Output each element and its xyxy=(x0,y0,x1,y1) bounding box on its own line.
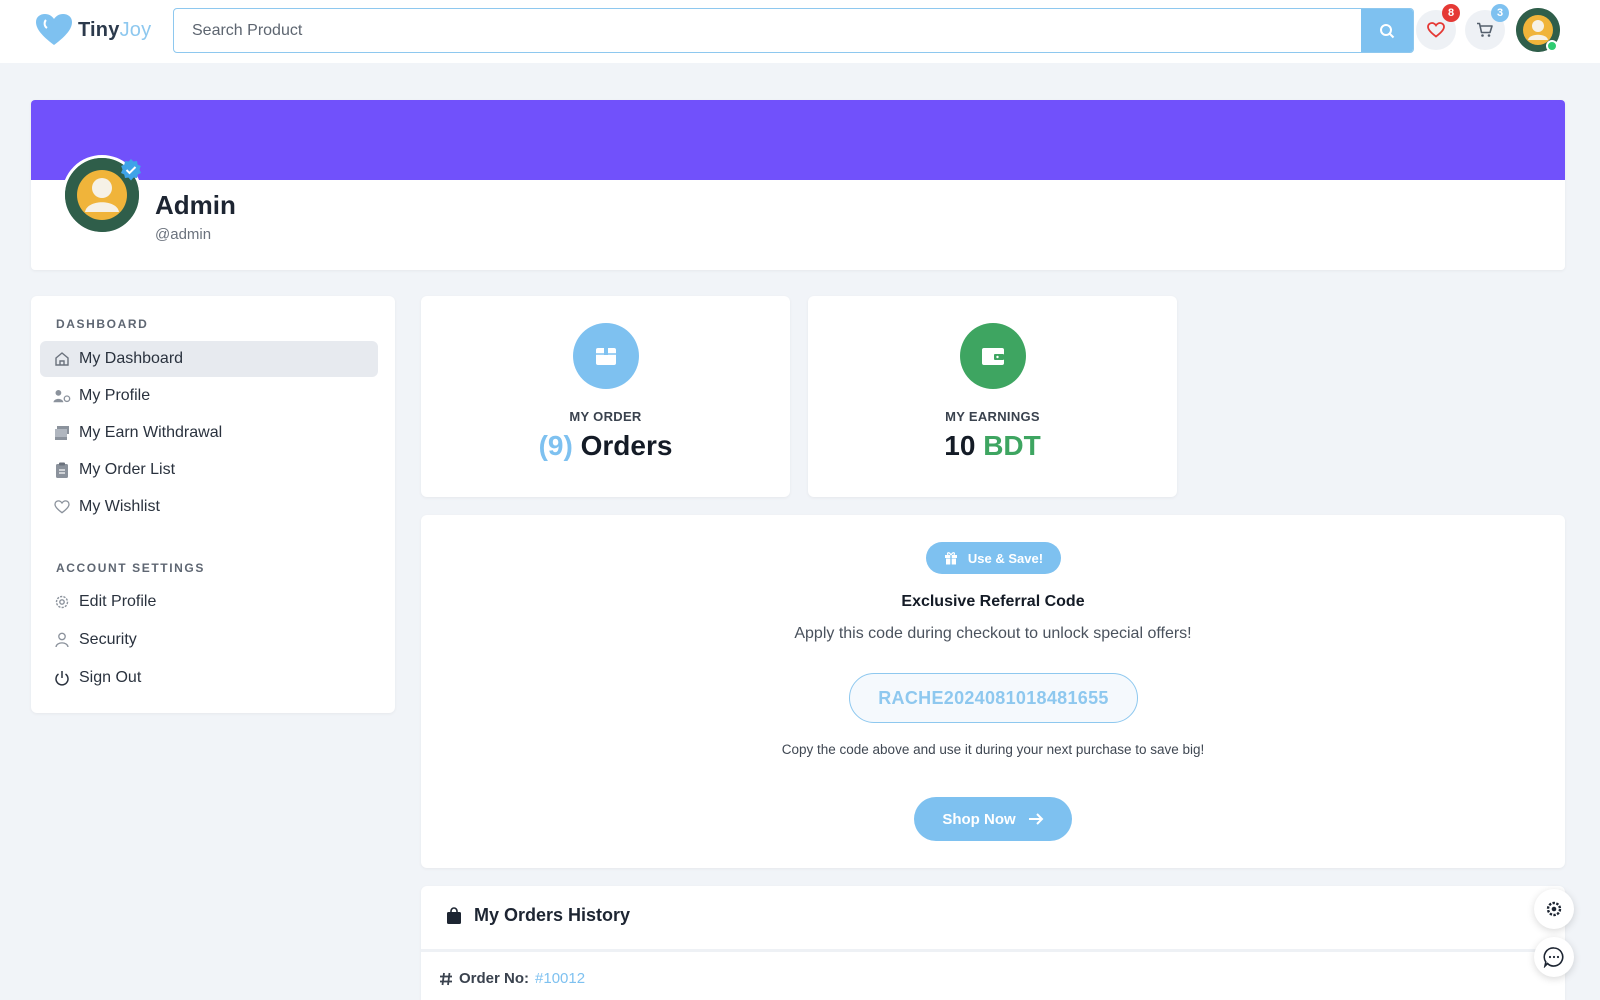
shopping-bag-icon xyxy=(447,906,461,924)
referral-subtitle: Apply this code during checkout to unloc… xyxy=(794,625,1192,642)
home-icon xyxy=(53,350,71,368)
sidebar-item-my-order-list[interactable]: My Order List xyxy=(40,452,378,488)
verified-badge-icon xyxy=(121,159,141,181)
user-icon xyxy=(53,631,71,649)
top-navbar: TinyJoy 8 3 xyxy=(0,0,1600,63)
referral-card: Use & Save! Exclusive Referral Code Appl… xyxy=(421,515,1565,868)
user-settings-icon xyxy=(53,387,71,405)
search-button[interactable] xyxy=(1361,9,1413,52)
sidebar-item-edit-profile[interactable]: Edit Profile xyxy=(40,584,378,620)
heart-icon xyxy=(1427,22,1445,38)
search-input[interactable] xyxy=(174,9,1361,52)
my-earnings-card[interactable]: MY EARNINGS 10 BDT xyxy=(808,296,1177,497)
logo-heart-icon xyxy=(34,12,74,48)
my-order-label: MY ORDER xyxy=(569,409,642,424)
my-order-value: (9) Orders xyxy=(421,430,790,462)
sidebar-item-label: Security xyxy=(79,631,137,648)
wishlist-button[interactable]: 8 xyxy=(1416,4,1460,50)
sidebar-heading-account-settings: ACCOUNT SETTINGS xyxy=(56,561,205,575)
divider xyxy=(421,949,1565,952)
sidebar-item-sign-out[interactable]: Sign Out xyxy=(40,660,378,696)
order-row[interactable]: Order No: #10012 xyxy=(439,970,585,987)
order-number-label: Order No: xyxy=(459,970,530,987)
logo-text-joy: Joy xyxy=(119,18,152,41)
order-count: (9) xyxy=(538,430,573,461)
referral-code[interactable]: RACHE2024081018481655 xyxy=(849,673,1138,723)
sidebar-item-label: Sign Out xyxy=(79,669,142,686)
wishlist-count-badge: 8 xyxy=(1442,4,1460,22)
heart-icon xyxy=(53,498,71,516)
search-icon xyxy=(1380,23,1395,38)
use-and-save-pill: Use & Save! xyxy=(926,542,1061,574)
earnings-amount: 10 xyxy=(944,430,976,461)
settings-float-button[interactable] xyxy=(1534,889,1574,929)
sidebar: DASHBOARD My Dashboard My Profile My Ear… xyxy=(31,296,395,713)
my-earnings-value: 10 BDT xyxy=(808,430,1177,462)
profile-banner xyxy=(31,100,1565,180)
logo[interactable]: TinyJoy xyxy=(34,12,151,48)
pill-label: Use & Save! xyxy=(967,550,1044,566)
sidebar-item-label: My Earn Withdrawal xyxy=(79,424,223,441)
sidebar-item-my-wishlist[interactable]: My Wishlist xyxy=(40,489,378,525)
clipboard-icon xyxy=(53,461,71,479)
sidebar-item-label: My Profile xyxy=(79,387,151,404)
search-bar xyxy=(173,8,1414,53)
sidebar-heading-dashboard: DASHBOARD xyxy=(56,317,149,331)
chat-float-button[interactable] xyxy=(1534,937,1574,977)
gear-icon xyxy=(53,593,71,611)
sidebar-item-security[interactable]: Security xyxy=(40,622,378,658)
sidebar-item-label: My Wishlist xyxy=(79,498,160,515)
logo-text-tiny: Tiny xyxy=(78,18,120,41)
orders-history-card: My Orders History Order No: #10012 xyxy=(421,886,1565,1000)
sidebar-item-label: My Order List xyxy=(79,461,176,478)
box-icon xyxy=(572,323,639,389)
sidebar-item-label: Edit Profile xyxy=(79,593,157,610)
order-number[interactable]: #10012 xyxy=(535,970,585,987)
chat-icon xyxy=(1543,947,1564,968)
gift-icon xyxy=(944,552,957,565)
referral-note: Copy the code above and use it during yo… xyxy=(781,742,1205,757)
cart-button[interactable]: 3 xyxy=(1465,4,1509,50)
order-unit: Orders xyxy=(580,430,673,461)
gear-icon xyxy=(1546,901,1562,917)
sidebar-item-label: My Dashboard xyxy=(79,350,184,367)
referral-title: Exclusive Referral Code xyxy=(901,593,1085,610)
hash-icon xyxy=(440,972,452,985)
sidebar-item-my-earn-withdrawal[interactable]: My Earn Withdrawal xyxy=(40,415,378,451)
my-order-card[interactable]: MY ORDER (9) Orders xyxy=(421,296,790,497)
power-icon xyxy=(53,669,71,687)
sidebar-item-my-dashboard[interactable]: My Dashboard xyxy=(40,341,378,377)
sidebar-item-my-profile[interactable]: My Profile xyxy=(40,378,378,414)
online-status-dot xyxy=(1546,40,1558,52)
profile-name: Admin xyxy=(155,190,236,220)
shop-now-label: Shop Now xyxy=(942,810,1016,828)
profile-handle: @admin xyxy=(155,226,212,243)
shop-now-button[interactable]: Shop Now xyxy=(914,797,1072,841)
cart-count-badge: 3 xyxy=(1491,4,1509,22)
wallet-icon xyxy=(959,323,1026,389)
profile-card: Admin @admin xyxy=(31,100,1565,270)
cart-icon xyxy=(1477,22,1493,37)
orders-history-title: My Orders History xyxy=(474,905,631,925)
money-icon xyxy=(53,424,71,442)
earnings-currency: BDT xyxy=(983,430,1041,461)
my-earnings-label: MY EARNINGS xyxy=(945,409,1040,424)
arrow-right-icon xyxy=(1028,813,1044,825)
